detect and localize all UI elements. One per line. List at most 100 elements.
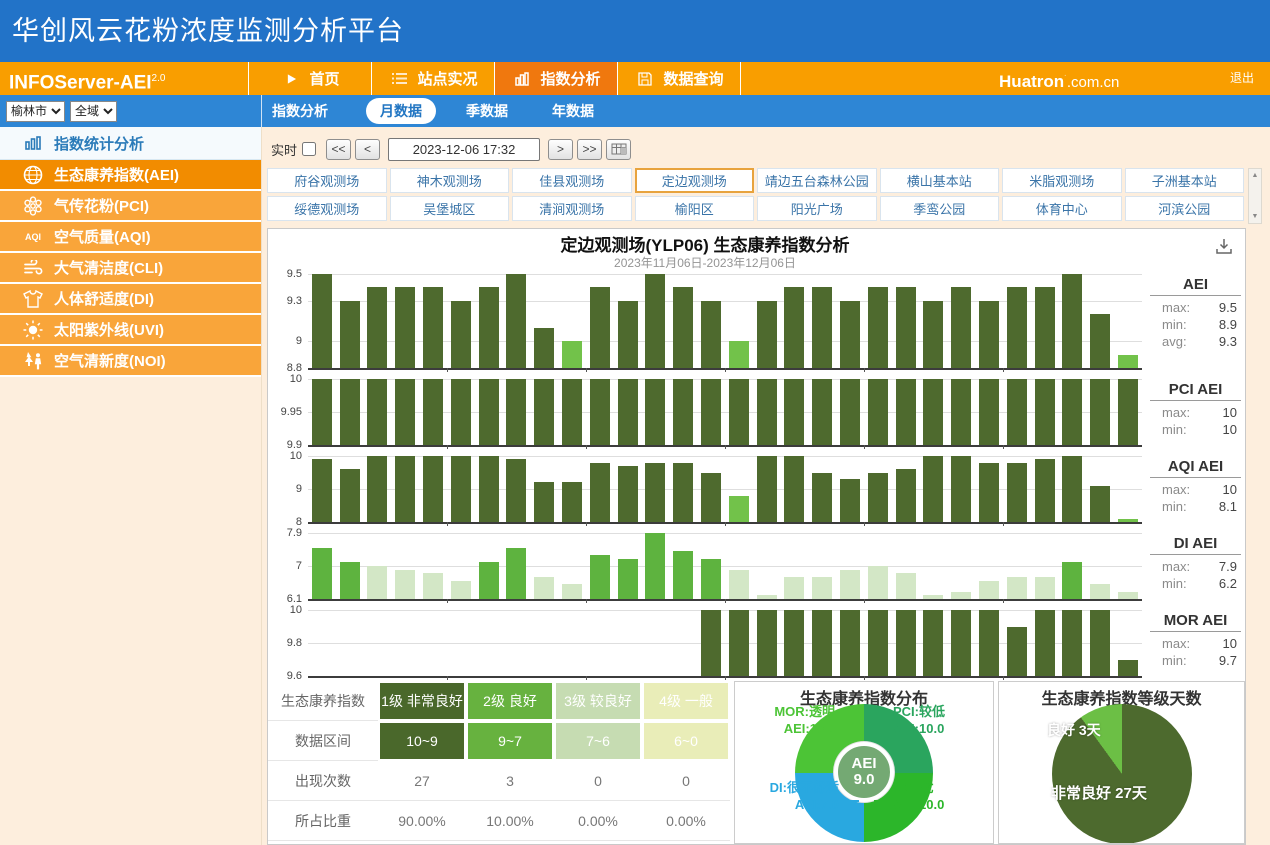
bar (562, 482, 582, 522)
bar (590, 555, 610, 599)
bar (840, 570, 860, 599)
tab-quarter[interactable]: 季数据 (452, 98, 522, 124)
prev-button[interactable]: < (355, 139, 380, 160)
station-grid: 府谷观测场神木观测场佳县观测场定边观测场靖边五台森林公园横山基本站米脂观测场子洲… (267, 168, 1262, 224)
table-cell: 3 (466, 761, 554, 801)
station-button[interactable]: 佳县观测场 (512, 168, 632, 193)
bar (618, 379, 638, 445)
sidebar-item-uvi[interactable]: 太阳紫外线(UVI) (0, 315, 261, 346)
bar (868, 379, 888, 445)
nav-items: 首页站点实况指数分析数据查询 (248, 62, 741, 95)
bar (1007, 287, 1027, 368)
region-select[interactable]: 全域 (70, 101, 117, 122)
list-icon (388, 72, 410, 85)
sidebar-item-noi[interactable]: 空气清新度(NOI) (0, 346, 261, 377)
bar (1118, 355, 1138, 368)
bar (812, 287, 832, 368)
table-cell: 4级 一般 (642, 681, 730, 721)
chart-strip-mor: 109.89.6MOR AEImax:10min:9.7 (268, 610, 1245, 678)
station-button[interactable]: 河滨公园 (1125, 196, 1245, 221)
realtime-checkbox[interactable] (302, 142, 316, 156)
sidebar-item-di[interactable]: 人体舒适度(DI) (0, 284, 261, 315)
station-scrollbar[interactable]: ▲ ▼ (1248, 168, 1262, 224)
bar (951, 456, 971, 522)
bar (1035, 610, 1055, 676)
bar-chart-icon (22, 136, 44, 150)
next-button[interactable]: > (548, 139, 573, 160)
city-select[interactable]: 榆林市 (6, 101, 65, 122)
bar (367, 456, 387, 522)
pie-leader-line (874, 722, 892, 724)
prev-fast-button[interactable]: << (326, 139, 351, 160)
bar (701, 301, 721, 368)
station-button[interactable]: 绥德观测场 (267, 196, 387, 221)
station-button[interactable]: 米脂观测场 (1002, 168, 1122, 193)
calendar-button[interactable] (606, 139, 631, 160)
bar (1090, 486, 1110, 522)
bar (951, 287, 971, 368)
nav-item-home[interactable]: 首页 (248, 62, 371, 95)
bar (590, 287, 610, 368)
bar (1007, 577, 1027, 599)
station-button[interactable]: 定边观测场 (635, 168, 755, 193)
tab-items: 月数据季数据年数据 (366, 98, 608, 124)
station-button[interactable]: 府谷观测场 (267, 168, 387, 193)
bar (506, 459, 526, 522)
sidebar-item-cli[interactable]: 大气清洁度(CLI) (0, 253, 261, 284)
sidebar-item-pci[interactable]: 气传花粉(PCI) (0, 191, 261, 222)
station-button[interactable]: 子洲基本站 (1125, 168, 1245, 193)
station-button[interactable]: 清涧观测场 (512, 196, 632, 221)
brand-logo: Huatron˙.com.cn (999, 62, 1119, 95)
sidebar-item-aqi[interactable]: AQI空气质量(AQI) (0, 222, 261, 253)
sidebar-header-stats[interactable]: 指数统计分析 (0, 127, 261, 160)
pie-leader-line (841, 800, 859, 802)
table-cell: 7~6 (554, 721, 642, 761)
bar (479, 456, 499, 522)
datetime-input[interactable] (388, 138, 540, 161)
station-button[interactable]: 横山基本站 (880, 168, 1000, 193)
tab-year[interactable]: 年数据 (538, 98, 608, 124)
station-button[interactable]: 神木观测场 (390, 168, 510, 193)
bar (340, 379, 360, 445)
bar (1035, 287, 1055, 368)
bar (673, 379, 693, 445)
bar (868, 610, 888, 676)
scroll-up-icon[interactable]: ▲ (1252, 172, 1259, 179)
station-button[interactable]: 阳光广场 (757, 196, 877, 221)
logout-link[interactable]: 退出 (1230, 62, 1270, 95)
nav-item-analysis[interactable]: 指数分析 (494, 62, 617, 95)
bar (645, 379, 665, 445)
table-cell: 0.00% (554, 801, 642, 841)
sidebar-item-aei[interactable]: 生态康养指数(AEI) (0, 160, 261, 191)
nav-item-live[interactable]: 站点实况 (371, 62, 494, 95)
table-cell: 3级 较良好 (554, 681, 642, 721)
tab-month[interactable]: 月数据 (366, 98, 436, 124)
station-button[interactable]: 榆阳区 (635, 196, 755, 221)
station-button[interactable]: 靖边五台森林公园 (757, 168, 877, 193)
bar (423, 287, 443, 368)
station-button[interactable]: 吴堡城区 (390, 196, 510, 221)
station-button[interactable]: 季鸾公园 (880, 196, 1000, 221)
bar (340, 301, 360, 368)
bar (812, 473, 832, 523)
bar-plot-di (308, 533, 1142, 601)
bar (673, 287, 693, 368)
next-fast-button[interactable]: >> (577, 139, 602, 160)
bar (1062, 274, 1082, 368)
bar (701, 473, 721, 523)
download-icon[interactable] (1215, 237, 1233, 260)
aqi-icon: AQI (22, 232, 44, 242)
stat-panel-pci: PCI AEImax:10min:10 (1142, 379, 1245, 447)
bar (367, 566, 387, 599)
main-content: 实时 << < > >> 府谷观测场神木观测场佳县观测场定边观测场靖边五台森林公… (262, 127, 1270, 845)
bar (479, 562, 499, 599)
bar (729, 496, 749, 522)
pie-leader-line (874, 800, 892, 802)
bar (1007, 627, 1027, 677)
bar (562, 379, 582, 445)
nav-item-query[interactable]: 数据查询 (617, 62, 741, 95)
station-button[interactable]: 体育中心 (1002, 196, 1122, 221)
bar (451, 581, 471, 599)
bar (923, 456, 943, 522)
scroll-down-icon[interactable]: ▼ (1252, 213, 1259, 220)
